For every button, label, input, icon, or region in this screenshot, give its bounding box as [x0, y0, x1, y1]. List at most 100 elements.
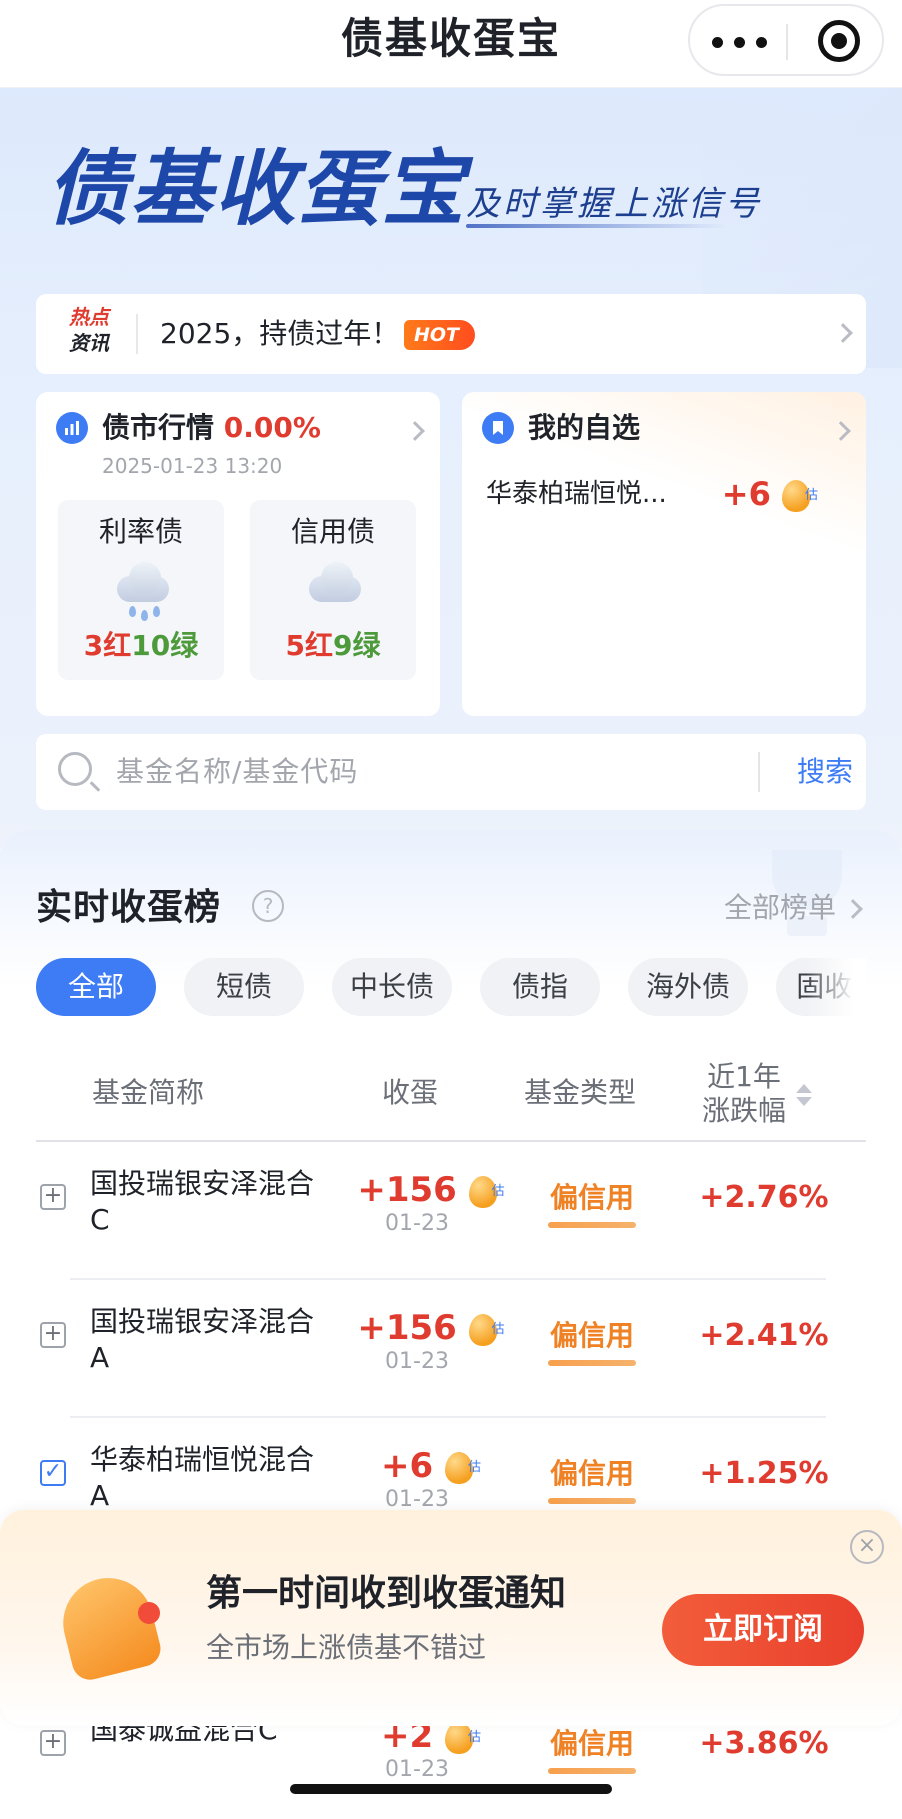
- popup-subtitle: 全市场上涨债基不错过: [206, 1631, 487, 1664]
- estimate-label: 估: [467, 1459, 481, 1475]
- fund-eggs-value: +156: [357, 1170, 457, 1210]
- search-icon: [58, 752, 92, 786]
- close-miniapp-icon[interactable]: [818, 20, 860, 62]
- rain-cloud-icon: [109, 562, 173, 621]
- fund-eggs-value: +6: [381, 1446, 434, 1486]
- more-icon[interactable]: [712, 28, 772, 56]
- tabs-fade: [806, 958, 866, 1016]
- market-title-text: 债市行情: [102, 411, 215, 444]
- capsule-divider: [786, 24, 788, 60]
- bookmark-icon: [482, 412, 514, 444]
- tab-overseas-bond[interactable]: 海外债: [628, 958, 748, 1016]
- home-indicator[interactable]: [290, 1784, 612, 1794]
- search-divider: [758, 752, 760, 792]
- favorites-title: 我的自选: [528, 411, 641, 444]
- fund-type-bar: [548, 1768, 636, 1774]
- help-icon[interactable]: ?: [252, 890, 284, 922]
- chevron-right-icon: [405, 421, 425, 441]
- fund-type-bar: [548, 1498, 636, 1504]
- all-rankings-link[interactable]: 全部榜单: [724, 876, 836, 940]
- tab-mid-long-bond[interactable]: 中长债: [332, 958, 452, 1016]
- news-tag: 热点 资讯: [60, 304, 118, 356]
- row-divider: [70, 1416, 826, 1418]
- fund-name: 国投瑞银安泽混合C: [90, 1167, 315, 1236]
- rate-bond-green: 10绿: [131, 629, 199, 662]
- egg-icon: 估: [445, 1721, 481, 1754]
- market-pct: 0.00%: [223, 411, 321, 444]
- market-time: 2025-01-23 13:20: [102, 454, 283, 478]
- fund-1y-change: +2.41%: [699, 1318, 829, 1353]
- egg-icon: 估: [468, 1175, 505, 1208]
- news-divider: [136, 314, 138, 354]
- table-row[interactable]: + 国投瑞银安泽混合A +156 估 01-23 偏信用 +2.41%: [36, 1282, 866, 1418]
- sort-icon[interactable]: [796, 1084, 812, 1108]
- nav-bar: 债基收蛋宝: [0, 0, 902, 88]
- fund-eggs-date: 01-23: [385, 1757, 449, 1782]
- chevron-right-icon: [833, 323, 853, 343]
- subscribe-button[interactable]: 立即订阅: [662, 1594, 864, 1666]
- fund-type: 偏信用: [549, 1727, 634, 1760]
- category-tabs: 全部 短债 中长债 债指 海外债 固收+: [36, 958, 866, 1016]
- col-eggs: 收蛋: [382, 1076, 439, 1109]
- estimate-label: 估: [491, 1183, 505, 1199]
- fund-type: 偏信用: [549, 1457, 634, 1490]
- egg-icon: 估: [468, 1313, 505, 1346]
- col-fund-type: 基金类型: [524, 1076, 637, 1109]
- bond-market-card[interactable]: 债市行情 0.00% 2025-01-23 13:20 利率债 3红10绿 信用…: [36, 392, 440, 716]
- favorite-fund-eggs: +6 估: [721, 474, 818, 514]
- news-tag-line1: 热点: [69, 305, 109, 329]
- credit-bond-name: 信用债: [290, 515, 375, 548]
- subscribe-popup: 第一时间收到收蛋通知 全市场上涨债基不错过 立即订阅 ×: [0, 1510, 902, 1726]
- fund-eggs: +6 估: [352, 1446, 502, 1486]
- col-1y-change[interactable]: 近1年 涨跌幅: [694, 1060, 794, 1128]
- row-divider: [70, 1278, 826, 1280]
- favorites-card[interactable]: 我的自选 华泰柏瑞恒悦... +6 估: [462, 392, 866, 716]
- tab-short-bond[interactable]: 短债: [184, 958, 304, 1016]
- rate-bond-name: 利率债: [98, 515, 183, 548]
- fund-1y-change: +2.76%: [699, 1180, 829, 1215]
- tab-bond-index[interactable]: 债指: [480, 958, 600, 1016]
- fund-eggs-date: 01-23: [385, 1349, 449, 1374]
- favorite-eggs-value: +6: [721, 475, 771, 513]
- hot-news-banner[interactable]: 热点 资讯 2025，持债过年！ HOT: [36, 294, 866, 374]
- bell-icon: [46, 1566, 176, 1696]
- app-page: 债基收蛋宝 债基收蛋宝 及时掌握上涨信号 热点 资讯 2025，持债过年！ HO…: [0, 0, 902, 1819]
- fund-name: 华泰柏瑞恒悦混合A: [90, 1443, 315, 1512]
- favorite-fund-name[interactable]: 华泰柏瑞恒悦...: [486, 474, 667, 514]
- col-1y-change-line2: 涨跌幅: [701, 1094, 786, 1127]
- search-bar[interactable]: 基金名称/基金代码 搜索: [36, 734, 866, 810]
- news-text: 2025，持债过年！: [160, 317, 400, 350]
- fund-name: 国投瑞银安泽混合A: [90, 1305, 315, 1374]
- tab-all[interactable]: 全部: [36, 958, 156, 1016]
- chevron-right-icon: [831, 421, 851, 441]
- brand-logo: 债基收蛋宝: [46, 142, 466, 237]
- fund-1y-change: +3.86%: [699, 1726, 829, 1761]
- brand-slogan: 及时掌握上涨信号: [466, 184, 762, 224]
- rate-bond-red: 3红: [83, 629, 132, 662]
- table-row[interactable]: + 国投瑞银安泽混合C +156 估 01-23 偏信用 +2.76%: [36, 1144, 866, 1280]
- search-button[interactable]: 搜索: [780, 734, 870, 810]
- rate-bond-card[interactable]: 利率债 3红10绿: [58, 500, 224, 680]
- credit-bond-card[interactable]: 信用债 5红9绿: [250, 500, 416, 680]
- popup-title: 第一时间收到收蛋通知: [206, 1573, 567, 1614]
- fund-eggs: +156 估: [352, 1308, 505, 1348]
- col-1y-change-line1: 近1年: [707, 1060, 781, 1093]
- egg-icon: 估: [782, 480, 818, 512]
- estimate-label: 估: [804, 488, 818, 503]
- add-favorite-icon[interactable]: +: [40, 1322, 66, 1348]
- estimate-label: 估: [491, 1321, 505, 1337]
- news-tag-line2: 资讯: [69, 331, 109, 355]
- add-favorite-icon[interactable]: +: [40, 1730, 66, 1756]
- add-favorite-icon[interactable]: +: [40, 1184, 66, 1210]
- favorited-check-icon[interactable]: ✓: [40, 1460, 66, 1486]
- slogan-underline: [466, 224, 726, 228]
- credit-bond-red: 5红: [285, 629, 333, 662]
- fund-type: 偏信用: [549, 1181, 634, 1214]
- fund-type-bar: [548, 1222, 636, 1228]
- search-input[interactable]: 基金名称/基金代码: [116, 734, 358, 810]
- fund-type-bar: [548, 1360, 636, 1366]
- fund-eggs-date: 01-23: [385, 1211, 449, 1236]
- credit-bond-green: 9绿: [333, 629, 381, 662]
- close-icon[interactable]: ×: [850, 1530, 884, 1564]
- cloud-icon: [301, 562, 365, 602]
